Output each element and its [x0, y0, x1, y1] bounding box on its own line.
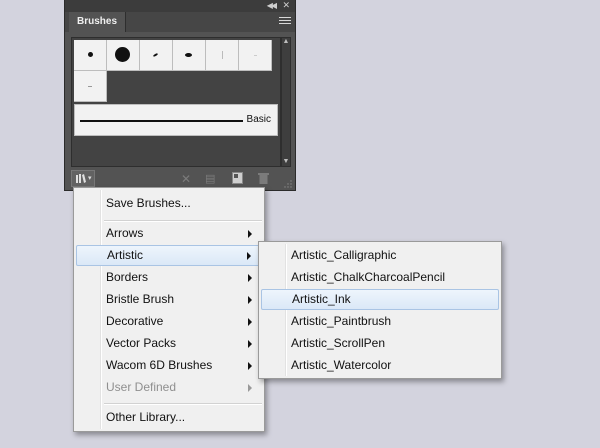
menu-item-label: Borders — [106, 270, 149, 284]
menu-separator — [104, 220, 262, 222]
chevron-down-icon: ▾ — [88, 175, 92, 182]
resize-grip-icon[interactable] — [284, 180, 292, 188]
menu-item-borders[interactable]: Borders — [76, 267, 262, 288]
menu-item-artistic[interactable]: Artistic — [76, 245, 262, 266]
brush-swatches: Basic — [71, 37, 281, 167]
chevron-right-icon — [248, 296, 252, 304]
menu-item-other-library[interactable]: Other Library... — [76, 407, 262, 428]
menu-item-artistic-ink[interactable]: Artistic_Ink — [261, 289, 499, 310]
brush-swatch[interactable] — [107, 40, 140, 71]
menu-item-artistic-calligraphic[interactable]: Artistic_Calligraphic — [261, 245, 499, 266]
menu-item-label: Bristle Brush — [106, 292, 175, 306]
menu-item-artistic-watercolor[interactable]: Artistic_Watercolor — [261, 355, 499, 376]
chevron-right-icon — [248, 362, 252, 370]
menu-item-vector-packs[interactable]: Vector Packs — [76, 333, 262, 354]
menu-item-decorative[interactable]: Decorative — [76, 311, 262, 332]
menu-item-save-brushes[interactable]: Save Brushes... — [76, 193, 262, 214]
brush-library-icon — [76, 174, 86, 183]
tab-brushes[interactable]: Brushes — [69, 12, 127, 32]
scroll-down-icon[interactable]: ▼ — [282, 158, 290, 165]
brush-stroke-preview — [80, 120, 243, 122]
menu-item-label: Vector Packs — [106, 336, 177, 350]
menu-item-arrows[interactable]: Arrows — [76, 223, 262, 244]
double-chevron-left-icon[interactable]: ◀◀ — [267, 1, 277, 10]
chevron-right-icon — [248, 318, 252, 326]
brush-library-menu-button[interactable]: ▾ — [71, 170, 95, 187]
menu-separator — [104, 403, 262, 405]
chevron-right-icon — [248, 340, 252, 348]
menu-item-label: Arrows — [106, 226, 144, 240]
menu-item-artistic-scrollpen[interactable]: Artistic_ScrollPen — [261, 333, 499, 354]
chevron-right-icon — [248, 384, 252, 392]
chevron-right-icon — [247, 252, 251, 260]
menu-item-label: Artistic — [107, 248, 143, 262]
brush-options-icon[interactable]: ▤ — [205, 172, 215, 185]
menu-item-bristle-brush[interactable]: Bristle Brush — [76, 289, 262, 310]
scroll-up-icon[interactable]: ▲ — [282, 38, 290, 45]
brush-library-menu: Save Brushes... Arrows Artistic Borders … — [73, 187, 265, 432]
menu-item-artistic-paintbrush[interactable]: Artistic_Paintbrush — [261, 311, 499, 332]
brush-swatch[interactable] — [74, 71, 107, 102]
brush-basic-label: Basic — [246, 114, 271, 125]
brush-basic[interactable]: Basic — [74, 104, 278, 136]
artistic-submenu: Artistic_Calligraphic Artistic_ChalkChar… — [258, 241, 502, 379]
menu-item-user-defined: User Defined — [76, 377, 262, 398]
menu-item-label: Decorative — [106, 314, 164, 328]
menu-item-wacom-6d-brushes[interactable]: Wacom 6D Brushes — [76, 355, 262, 376]
brush-swatch[interactable] — [140, 40, 173, 71]
brush-swatch[interactable] — [206, 40, 239, 71]
remove-stroke-icon[interactable]: ✕ — [181, 172, 191, 186]
menu-item-label: Wacom 6D Brushes — [106, 358, 213, 372]
chevron-right-icon — [248, 274, 252, 282]
brush-swatch[interactable] — [239, 40, 272, 71]
chevron-right-icon — [248, 230, 252, 238]
brush-swatch[interactable] — [74, 40, 107, 71]
panel-tab-row: Brushes — [65, 12, 295, 32]
new-brush-icon[interactable] — [232, 172, 243, 184]
trash-icon[interactable] — [258, 172, 269, 184]
vertical-scrollbar[interactable]: ▲ ▼ — [281, 37, 291, 167]
menu-item-label: User Defined — [106, 380, 177, 394]
panel-menu-icon[interactable] — [279, 17, 291, 27]
brushes-panel: ◀◀ ✕ Brushes Basic ▲ ▼ ▾ ✕ ▤ — [64, 0, 296, 191]
menu-item-artistic-chalkcharcoalpencil[interactable]: Artistic_ChalkCharcoalPencil — [261, 267, 499, 288]
close-icon[interactable]: ✕ — [282, 0, 290, 11]
brush-swatch[interactable] — [173, 40, 206, 71]
